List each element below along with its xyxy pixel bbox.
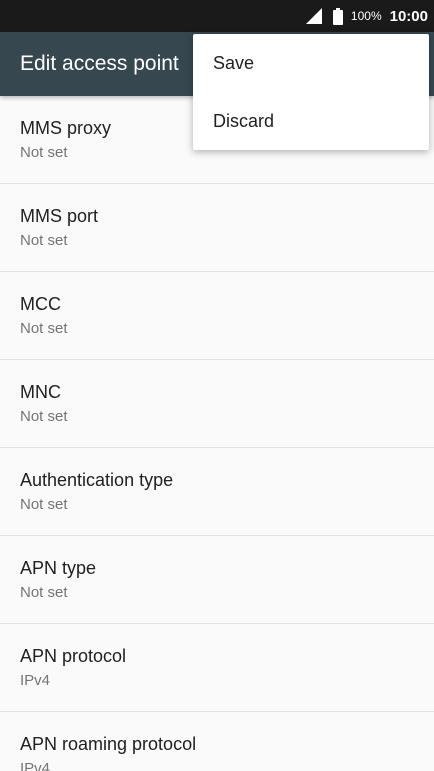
- list-item-summary: Not set: [20, 408, 68, 425]
- list-item-summary: IPv4: [20, 672, 51, 689]
- list-item-summary: Not set: [20, 320, 68, 337]
- list-item-apn-roaming-protocol[interactable]: APN roaming protocol IPv4: [0, 712, 434, 771]
- list-item-summary: Not set: [20, 232, 68, 249]
- screen: 100% 10:00 Edit access point MMS proxy N…: [0, 0, 434, 771]
- page-title: Edit access point: [20, 52, 179, 75]
- list-item-mcc[interactable]: MCC Not set: [0, 272, 434, 360]
- list-item-mms-port[interactable]: MMS port Not set: [0, 184, 434, 272]
- list-item-mnc[interactable]: MNC Not set: [0, 360, 434, 448]
- discard-menu-item[interactable]: Discard: [193, 92, 429, 150]
- signal-icon: [305, 8, 322, 24]
- clock: 10:00: [389, 7, 428, 25]
- list-item-apn-type[interactable]: APN type Not set: [0, 536, 434, 624]
- list-item-summary: Not set: [20, 144, 68, 161]
- list-item-title: APN roaming protocol: [20, 734, 197, 754]
- list-item-title: Authentication type: [20, 470, 174, 490]
- list-item-summary: Not set: [20, 584, 68, 601]
- list-item-authentication-type[interactable]: Authentication type Not set: [0, 448, 434, 536]
- list-item-title: MCC: [20, 294, 61, 314]
- status-bar: 100% 10:00: [0, 0, 434, 32]
- battery-icon: [332, 7, 343, 25]
- settings-list: MMS proxy Not set MMS port Not set MCC N…: [0, 96, 434, 771]
- list-item-title: MMS port: [20, 206, 99, 226]
- list-item-title: APN protocol: [20, 646, 127, 666]
- list-item-title: APN type: [20, 558, 97, 578]
- list-item-summary: IPv4: [20, 760, 51, 771]
- list-item-title: MNC: [20, 382, 61, 402]
- battery-percent: 100%: [350, 9, 382, 23]
- list-item-title: MMS proxy: [20, 118, 112, 138]
- status-icons: 100% 10:00: [305, 0, 428, 32]
- save-menu-item[interactable]: Save: [193, 34, 429, 92]
- list-item-apn-protocol[interactable]: APN protocol IPv4: [0, 624, 434, 712]
- overflow-menu: Save Discard: [193, 34, 429, 150]
- list-item-summary: Not set: [20, 496, 68, 513]
